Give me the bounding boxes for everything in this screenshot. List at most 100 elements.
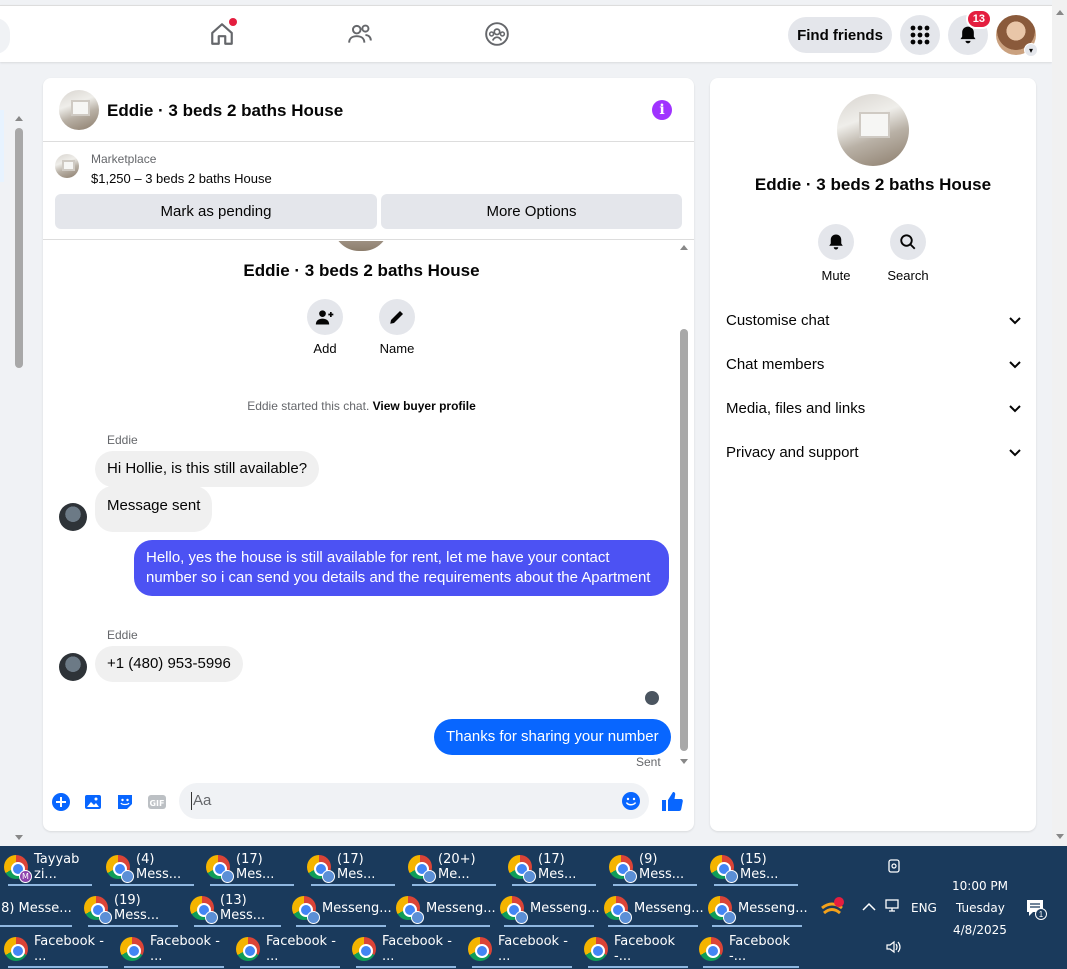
taskbar-window[interactable]: Messeng...	[604, 889, 704, 927]
taskbar-window[interactable]: Facebook - ...	[120, 930, 228, 968]
listing-thumbnail[interactable]	[55, 154, 79, 178]
left-scrollbar-thumb[interactable]	[15, 128, 23, 368]
taskbar-window[interactable]: (9) Mess...	[609, 848, 701, 886]
message-bubble-incoming[interactable]: Hi Hollie, is this still available?	[95, 451, 320, 487]
groups-icon[interactable]	[483, 20, 511, 48]
search-button[interactable]: Search	[878, 224, 938, 283]
chevron-up-icon[interactable]	[862, 901, 876, 915]
listing-label: Marketplace	[91, 152, 157, 166]
app-tray-icon[interactable]	[820, 896, 846, 925]
chrome-icon	[584, 937, 608, 961]
section-chat-members[interactable]: Chat members	[726, 352, 1022, 376]
scroll-down-arrow[interactable]	[15, 835, 23, 840]
taskbar-window[interactable]: (4) Mess...	[106, 848, 198, 886]
home-icon[interactable]	[208, 18, 237, 48]
emoji-icon[interactable]	[621, 791, 641, 816]
taskbar-window[interactable]: (15) Mes...	[710, 848, 802, 886]
search-label: Search	[887, 268, 929, 283]
volume-icon[interactable]	[885, 939, 903, 960]
more-options-button[interactable]: More Options	[381, 194, 682, 229]
page-scrollbar[interactable]	[1052, 0, 1067, 846]
search-pill[interactable]	[0, 18, 10, 54]
taskbar-window[interactable]: Messeng...	[500, 889, 600, 927]
listing-title[interactable]: $1,250 – 3 beds 2 baths House	[91, 171, 272, 186]
page-scroll-down-arrow[interactable]	[1056, 834, 1064, 839]
taskbar-window[interactable]: (17) Mes...	[508, 848, 600, 886]
taskbar-window[interactable]: (20+) Me...	[408, 848, 500, 886]
section-customise-chat[interactable]: Customise chat	[726, 308, 1022, 332]
mark-as-pending-button[interactable]: Mark as pending	[55, 194, 377, 229]
taskbar-window[interactable]: Messeng...	[708, 889, 808, 927]
chrome-icon	[106, 855, 134, 883]
taskbar-window[interactable]: (13) Mess...	[190, 889, 285, 927]
menu-grid-button[interactable]	[900, 15, 940, 55]
taskbar-window[interactable]: Facebook -...	[699, 930, 803, 968]
chrome-icon	[699, 937, 723, 961]
network-icon[interactable]	[884, 898, 902, 919]
action-center-icon[interactable]: 1	[1025, 898, 1047, 923]
scroll-up-arrow[interactable]	[15, 116, 23, 121]
chevron-down-icon	[1009, 405, 1021, 413]
chat-info-avatar[interactable]	[837, 94, 909, 166]
message-scroll-down-arrow[interactable]	[680, 759, 688, 764]
taskbar-window[interactable]: (19) Mess...	[84, 889, 182, 927]
message-bubble-outgoing[interactable]: Hello, yes the house is still available …	[134, 540, 669, 596]
chat-title[interactable]: Eddie · 3 beds 2 baths House	[107, 101, 343, 121]
view-buyer-profile-link[interactable]: View buyer profile	[373, 399, 476, 413]
clock-time[interactable]: 10:00 PM	[952, 879, 1008, 893]
sender-avatar[interactable]	[59, 503, 87, 531]
sender-name: Eddie	[107, 433, 138, 447]
home-notification-dot	[229, 18, 237, 26]
chrome-icon	[710, 855, 738, 883]
message-scrollbar-thumb[interactable]	[680, 329, 688, 751]
taskbar-window[interactable]: Messeng...	[292, 889, 392, 927]
taskbar-window[interactable]: Facebook - ...	[468, 930, 576, 968]
taskbar-window[interactable]: (17) Mes...	[206, 848, 298, 886]
taskbar-window[interactable]: Facebook - ...	[236, 930, 344, 968]
taskbar-window[interactable]: (8) Messe...	[0, 889, 76, 927]
chat-avatar[interactable]	[59, 90, 99, 130]
find-friends-button[interactable]: Find friends	[788, 17, 892, 53]
meet-now-icon[interactable]	[886, 858, 902, 879]
notifications-button[interactable]: 13	[948, 9, 992, 55]
chrome-icon	[4, 937, 28, 961]
message-bubble-incoming[interactable]: Message sent	[95, 486, 213, 532]
name-button[interactable]: Name	[367, 299, 427, 356]
section-privacy-support[interactable]: Privacy and support	[726, 440, 1022, 464]
add-button[interactable]: Add	[295, 299, 355, 356]
taskbar-window[interactable]: Facebook -...	[584, 930, 692, 968]
plus-circle-icon[interactable]	[51, 792, 71, 812]
taskbar-window[interactable]: Facebook - ...	[352, 930, 460, 968]
language-indicator[interactable]: ENG	[911, 901, 937, 915]
chrome-icon	[307, 855, 335, 883]
message-input[interactable]: Aa	[179, 783, 649, 819]
profile-avatar[interactable]: ▾	[996, 15, 1038, 57]
section-media-files-links[interactable]: Media, files and links	[726, 396, 1022, 420]
seen-indicator-avatar	[645, 691, 659, 705]
taskbar-window[interactable]: (17) Mes...	[307, 848, 399, 886]
gif-icon[interactable]: GIF	[147, 792, 167, 812]
add-label: Add	[313, 341, 337, 356]
chevron-down-icon	[1009, 449, 1021, 457]
thumbs-up-icon[interactable]	[660, 790, 684, 814]
mute-button[interactable]: Mute	[806, 224, 866, 283]
chrome-icon	[396, 896, 424, 924]
page-scroll-up-arrow[interactable]	[1056, 10, 1064, 15]
photo-icon[interactable]	[83, 792, 103, 812]
message-bubble-incoming[interactable]: +1 (480) 953-5996	[95, 646, 243, 682]
sender-avatar[interactable]	[59, 653, 87, 681]
chrome-icon	[352, 937, 376, 961]
taskbar-window[interactable]: M Tayyab zi...	[4, 848, 96, 886]
taskbar-window[interactable]: Facebook - ...	[4, 930, 112, 968]
search-icon	[890, 224, 926, 260]
clock-day[interactable]: Tuesday	[956, 901, 1005, 915]
selected-indicator	[0, 110, 4, 182]
message-scroll-up-arrow[interactable]	[680, 245, 688, 250]
info-icon[interactable]: i	[652, 100, 672, 120]
friends-icon[interactable]	[346, 20, 374, 48]
taskbar-window[interactable]: Messeng...	[396, 889, 496, 927]
sticker-icon[interactable]	[115, 792, 135, 812]
clock-date[interactable]: 4/8/2025	[953, 923, 1007, 937]
message-bubble-outgoing[interactable]: Thanks for sharing your number	[434, 719, 671, 755]
action-center-count: 1	[1035, 908, 1047, 920]
